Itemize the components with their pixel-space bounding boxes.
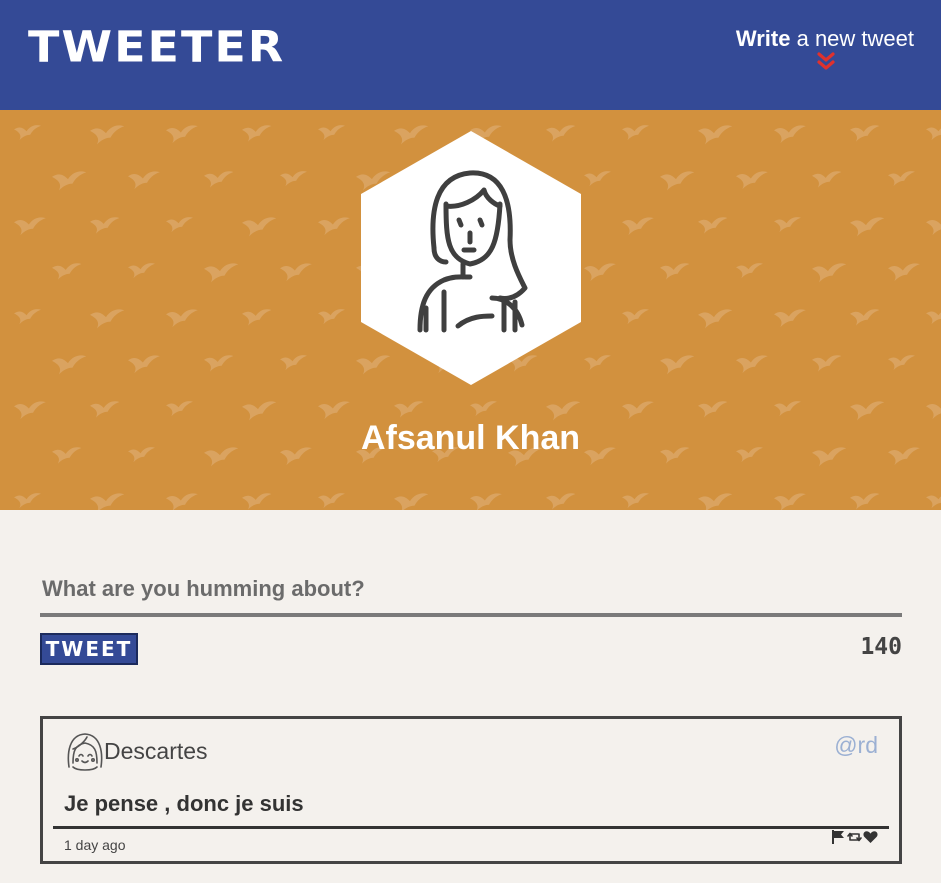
tweet-divider — [53, 826, 889, 829]
tweet-composer — [40, 565, 902, 625]
profile-name: Afsanul Khan — [360, 419, 581, 457]
tweet-input[interactable] — [40, 565, 902, 617]
tweet-content: Je pense , donc je suis — [64, 791, 304, 816]
flag-icon[interactable] — [831, 830, 846, 844]
write-new-tweet-link[interactable]: Write a new tweet — [736, 26, 914, 52]
tweet-actions — [831, 829, 878, 845]
tweet-card: Descartes @rd Je pense , donc je suis 1 … — [40, 716, 902, 864]
tweet-handle[interactable]: @rd — [834, 730, 878, 760]
tweet-timestamp: 1 day ago — [64, 837, 126, 853]
tweet-author: Descartes — [104, 738, 208, 764]
brand-logo[interactable]: TWEETER — [28, 24, 285, 70]
double-chevron-down-icon[interactable] — [816, 52, 836, 74]
retweet-icon[interactable] — [847, 830, 862, 844]
character-counter: 140 — [860, 634, 902, 660]
top-nav: TWEETER Write a new tweet — [0, 0, 941, 110]
profile-banner: Afsanul Khan — [0, 110, 941, 510]
compose-label-rest: a new tweet — [790, 26, 914, 51]
user-avatar-icon — [67, 733, 103, 771]
heart-icon[interactable] — [863, 830, 878, 844]
tweet-submit-button[interactable]: TWEET — [40, 633, 138, 665]
woman-avatar-icon — [361, 131, 581, 385]
compose-label-strong: Write — [735, 26, 791, 51]
